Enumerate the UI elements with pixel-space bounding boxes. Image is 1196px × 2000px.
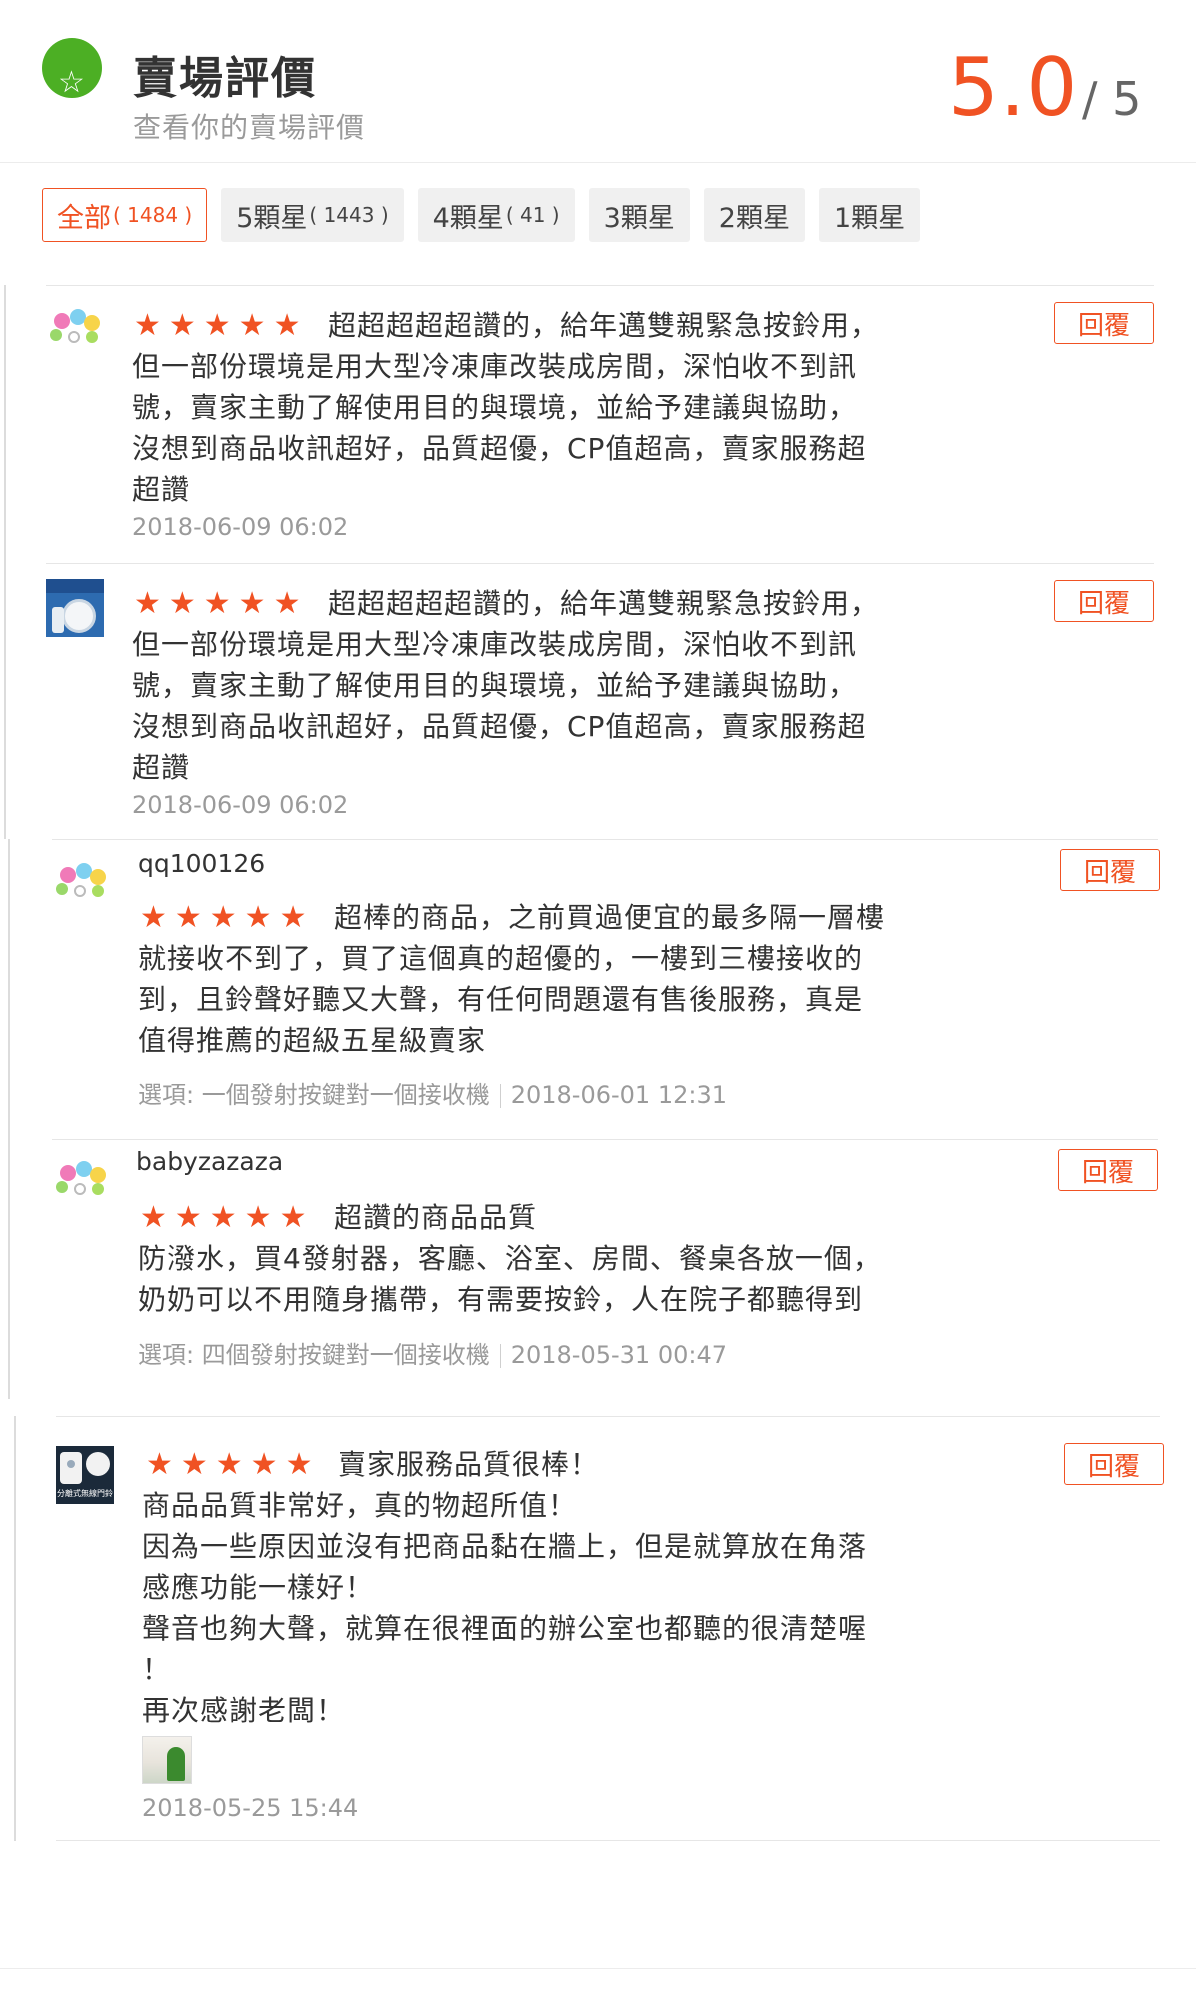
page-title: 賣場評價 [133, 53, 317, 104]
user-avatar [48, 305, 106, 363]
review-meta: 選項: 一個發射按鍵對一個接收機 2018-06-01 12:31 [138, 1075, 727, 1110]
review-item: babyzazaza ★★★★★ 超讚的商品品質 防潑水，買4發射器，客廳、浴室… [0, 1139, 1196, 1416]
review-photo[interactable] [142, 1736, 192, 1784]
filter-count: ( 1484 ) [113, 203, 193, 227]
review-divider [56, 1416, 1160, 1417]
review-item: ★★★★★ 超超超超超讚的，給年邁雙親緊急按鈴用， 但一部份環境是用大型冷凍庫改… [0, 563, 1196, 839]
footer-divider [0, 1968, 1196, 1969]
review-meta: 2018-05-25 15:44 [142, 1794, 358, 1822]
filter-5-stars[interactable]: 5顆星( 1443 ) [221, 188, 404, 242]
filter-all[interactable]: 全部( 1484 ) [42, 188, 208, 242]
review-divider [46, 285, 1154, 286]
review-divider [46, 563, 1154, 564]
review-comment: 超超超超超讚的，給年邁雙親緊急按鈴用， 但一部份環境是用大型冷凍庫改裝成房間，深… [132, 309, 880, 506]
review-divider [56, 1840, 1160, 1841]
rating-header: ☆ 賣場評價 查看你的賣場評價 5.0 / 5 [0, 0, 1196, 163]
review-date: 2018-06-09 06:02 [132, 513, 349, 541]
filter-label: 4顆星 [432, 202, 504, 234]
star-icon: ☆ [58, 65, 85, 98]
filter-label: 全部 [57, 202, 111, 234]
user-avatar: 分離式無線門鈴 [56, 1446, 114, 1504]
review-item: 分離式無線門鈴 ★★★★★ 賣家服務品質很棒！ 商品品質非常好，真的物超所值！ … [0, 1416, 1196, 1841]
reply-button[interactable]: 回覆 [1058, 1149, 1158, 1191]
reply-button[interactable]: 回覆 [1064, 1443, 1164, 1485]
filter-4-stars[interactable]: 4顆星( 41 ) [417, 188, 575, 242]
reply-button[interactable]: 回覆 [1054, 580, 1154, 622]
filter-3-stars[interactable]: 3顆星 [588, 188, 690, 242]
review-comment: 超棒的商品，之前買過便宜的最多隔一層樓 就接收不到了，買了這個真的超優的，一樓到… [138, 901, 886, 1057]
review-comment: 超讚的商品品質 防潑水，買4發射器，客廳、浴室、房間、餐桌各放一個， 奶奶可以不… [138, 1201, 882, 1316]
review-item: qq100126 ★★★★★ 超棒的商品，之前買過便宜的最多隔一層樓 就接收不到… [0, 839, 1196, 1139]
review-meta: 2018-06-09 06:02 [132, 791, 348, 819]
filter-label: 2顆星 [718, 202, 790, 234]
review-border [14, 1416, 16, 1841]
review-border [4, 285, 6, 563]
filter-label: 3顆星 [603, 202, 675, 234]
filter-2-stars[interactable]: 2顆星 [703, 188, 805, 242]
username: babyzazaza [136, 1147, 284, 1176]
star-filter-tabs: 全部( 1484 ) 5顆星( 1443 ) 4顆星( 41 ) 3顆星 2顆星… [42, 188, 921, 242]
review-border [8, 1139, 10, 1399]
review-date: 2018-06-09 06:02 [132, 791, 349, 819]
review-item: ★★★★★ 超超超超超讚的，給年邁雙親緊急按鈴用， 但一部份環境是用大型冷凍庫改… [0, 285, 1196, 563]
reply-button[interactable]: 回覆 [1054, 302, 1154, 344]
review-border [8, 839, 10, 1139]
page-subtitle: 查看你的賣場評價 [133, 111, 366, 144]
username: qq100126 [138, 849, 266, 878]
review-meta: 2018-06-09 06:02 [132, 513, 348, 541]
review-option: 選項: 四個發射按鍵對一個接收機 [138, 1341, 490, 1369]
rating-total: / 5 [1082, 72, 1142, 126]
review-date: 2018-06-01 12:31 [510, 1081, 727, 1109]
filter-label: 5顆星 [236, 202, 308, 234]
filter-count: ( 1443 ) [309, 203, 389, 227]
filter-label: 1顆星 [833, 202, 906, 234]
rating-score: 5.0 [948, 41, 1079, 134]
review-divider [52, 839, 1158, 840]
user-avatar [46, 579, 104, 637]
review-border [4, 563, 6, 839]
review-comment: 賣家服務品質很棒！ 商品品質非常好，真的物超所值！ 因為一些原因並沒有把商品黏在… [142, 1448, 868, 1727]
reply-button[interactable]: 回覆 [1060, 849, 1160, 891]
shop-logo: ☆ [42, 38, 102, 98]
user-avatar [54, 1157, 112, 1215]
filter-1-star[interactable]: 1顆星 [818, 188, 921, 242]
review-comment: 超超超超超讚的，給年邁雙親緊急按鈴用， 但一部份環境是用大型冷凍庫改裝成房間，深… [132, 587, 880, 784]
review-option: 選項: 一個發射按鍵對一個接收機 [138, 1081, 490, 1109]
avatar-caption: 分離式無線門鈴 [57, 1489, 113, 1498]
user-avatar [54, 859, 112, 917]
review-date: 2018-05-25 15:44 [142, 1794, 359, 1822]
filter-count: ( 41 ) [505, 203, 560, 227]
review-meta: 選項: 四個發射按鍵對一個接收機 2018-05-31 00:47 [138, 1335, 727, 1370]
review-date: 2018-05-31 00:47 [510, 1341, 727, 1369]
review-divider [52, 1139, 1158, 1140]
